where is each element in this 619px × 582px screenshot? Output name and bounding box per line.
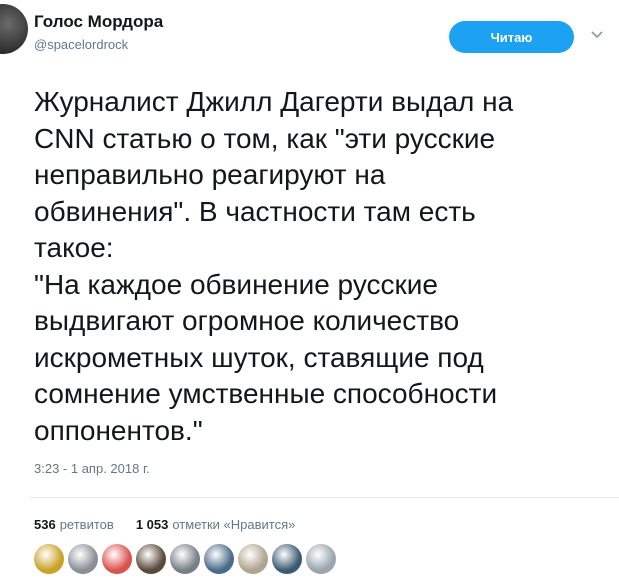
likes-count[interactable]: 1 053: [136, 517, 169, 532]
divider: [30, 497, 619, 498]
liker-avatar[interactable]: [204, 544, 234, 574]
liker-avatars: [34, 544, 336, 574]
tweet-timestamp[interactable]: 3:23 - 1 апр. 2018 г.: [34, 461, 150, 476]
following-button[interactable]: Читаю: [449, 21, 574, 53]
likes-label[interactable]: отметки «Нравится»: [172, 517, 295, 532]
liker-avatar[interactable]: [34, 544, 64, 574]
retweets-label[interactable]: ретвитов: [60, 517, 114, 532]
liker-avatar[interactable]: [68, 544, 98, 574]
liker-avatar[interactable]: [272, 544, 302, 574]
chevron-down-icon[interactable]: [590, 28, 604, 42]
tweet-text: Журналист Джилл Дагерти выдал на CNN ста…: [34, 86, 514, 446]
liker-avatar[interactable]: [238, 544, 268, 574]
retweets-count[interactable]: 536: [34, 517, 56, 532]
author-name[interactable]: Голос Мордора: [34, 12, 163, 32]
liker-avatar[interactable]: [102, 544, 132, 574]
engagement-stats: 536 ретвитов 1 053 отметки «Нравится»: [34, 517, 295, 532]
liker-avatar[interactable]: [170, 544, 200, 574]
liker-avatar[interactable]: [306, 544, 336, 574]
author-avatar[interactable]: [0, 4, 28, 54]
author-handle[interactable]: @spacelordrock: [34, 37, 128, 52]
liker-avatar[interactable]: [136, 544, 166, 574]
